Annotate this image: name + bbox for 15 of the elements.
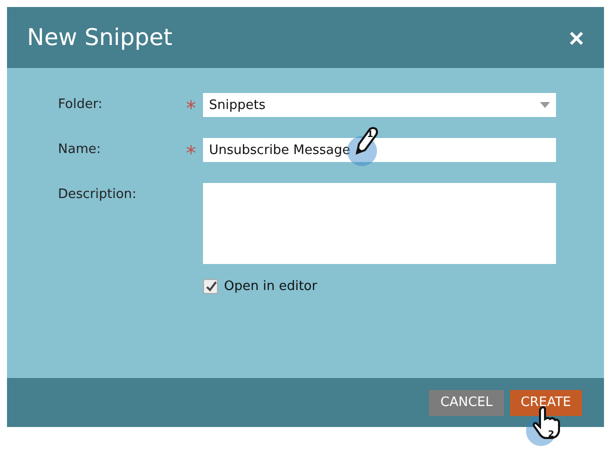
field-label: Folder:: [58, 96, 104, 114]
folder-dropdown[interactable]: Snippets: [203, 93, 556, 117]
close-button[interactable]: ×: [568, 24, 584, 50]
cancel-button[interactable]: CANCEL: [429, 390, 504, 416]
required-mark: *: [186, 96, 196, 120]
description-field[interactable]: [203, 183, 556, 264]
step-number: 2: [548, 430, 554, 440]
checkbox[interactable]: [203, 279, 218, 294]
create-button[interactable]: CREATE: [510, 390, 582, 416]
field-label: Description:: [58, 186, 138, 204]
dialog-title: New Snippet: [27, 24, 172, 50]
required-mark: *: [186, 141, 196, 165]
caret-icon: [540, 102, 550, 108]
field-label: Name:: [58, 141, 102, 159]
checkbox-label: Open in editor: [224, 279, 318, 294]
